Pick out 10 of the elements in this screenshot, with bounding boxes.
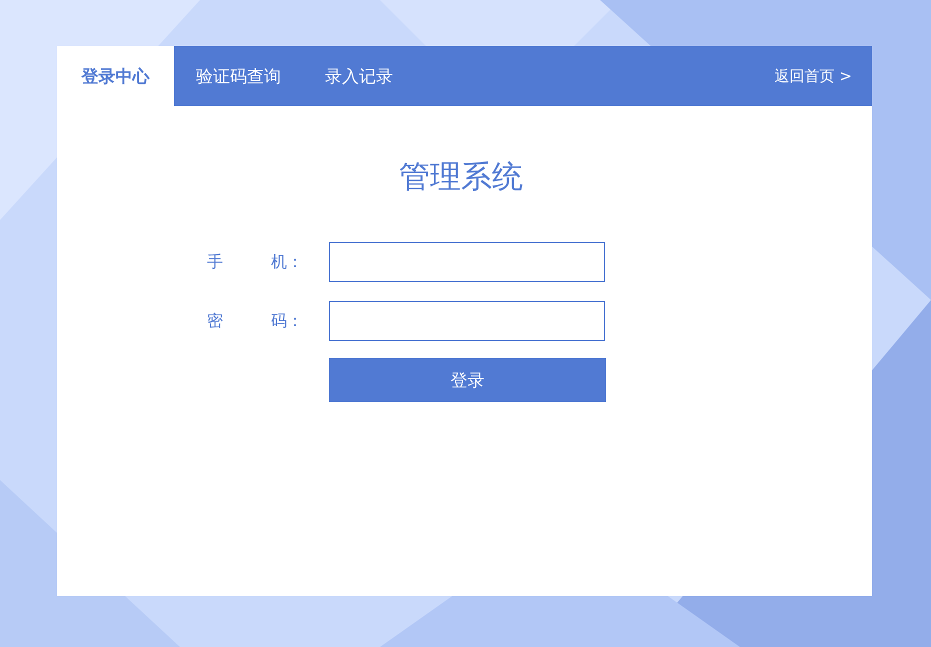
login-button[interactable]: 登录 <box>329 358 606 402</box>
input-field[interactable] <box>329 242 605 282</box>
field-label: 手 机： <box>207 252 304 272</box>
home-link[interactable]: 返回首页 > <box>774 66 872 86</box>
nav-tab[interactable]: 验证码查询 <box>174 46 303 106</box>
field-label: 密 码： <box>207 310 304 332</box>
nav-tab[interactable]: 登录中心 <box>57 46 174 106</box>
input-field[interactable] <box>329 301 605 341</box>
system-title: 管理系统 <box>399 158 523 197</box>
nav-tab[interactable]: 录入记录 <box>303 46 415 106</box>
